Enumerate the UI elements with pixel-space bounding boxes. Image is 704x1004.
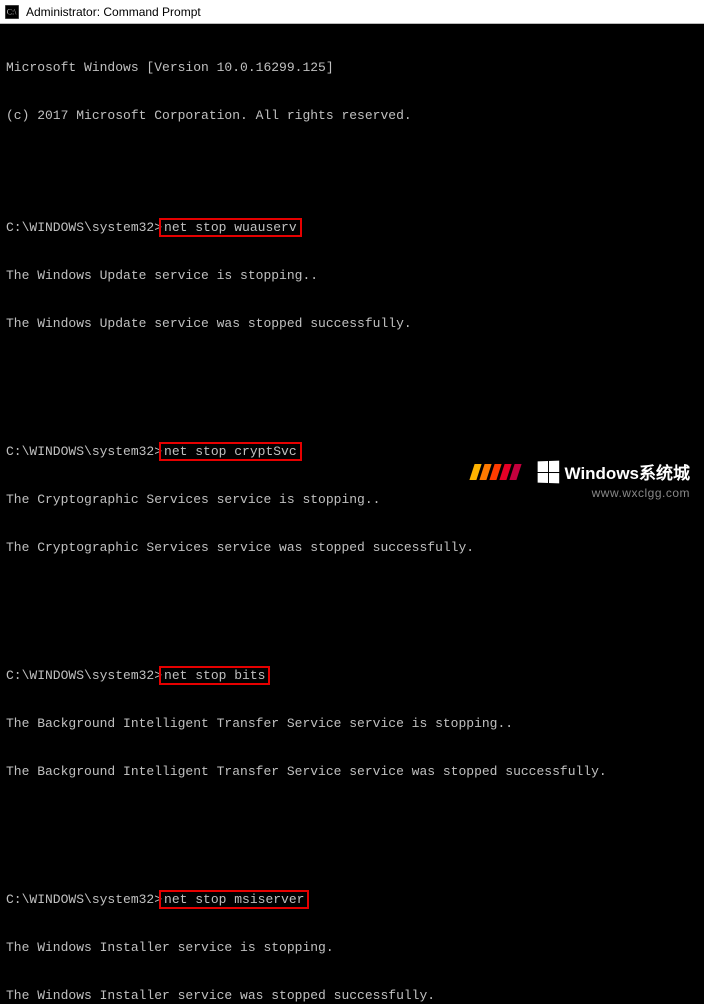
copyright-line: (c) 2017 Microsoft Corporation. All righ… [6, 108, 698, 124]
command: net stop wuauserv [159, 218, 302, 237]
watermark-text: Windows系统城 [565, 459, 690, 484]
command-line: C:\WINDOWS\system32>net stop wuauserv [6, 220, 698, 236]
prompt: C:\WINDOWS\system32> [6, 668, 162, 683]
command: net stop bits [159, 666, 270, 685]
output-line: The Windows Update service was stopped s… [6, 316, 698, 332]
output-line: The Background Intelligent Transfer Serv… [6, 716, 698, 732]
output-line: The Background Intelligent Transfer Serv… [6, 764, 698, 780]
watermark: Windows系统城 [537, 459, 690, 484]
watermark-url: www.wxclgg.com [592, 486, 690, 500]
windows-logo-icon [537, 460, 559, 483]
cmd-icon: C:\ [4, 4, 20, 20]
terminal-output[interactable]: Microsoft Windows [Version 10.0.16299.12… [0, 24, 704, 1004]
prompt: C:\WINDOWS\system32> [6, 892, 162, 907]
prompt: C:\WINDOWS\system32> [6, 220, 162, 235]
command-line: C:\WINDOWS\system32>net stop msiserver [6, 892, 698, 908]
command: net stop msiserver [159, 890, 309, 909]
command-line: C:\WINDOWS\system32>net stop cryptSvc [6, 444, 698, 460]
prompt: C:\WINDOWS\system32> [6, 444, 162, 459]
command: net stop cryptSvc [159, 442, 302, 461]
command-line: C:\WINDOWS\system32>net stop bits [6, 668, 698, 684]
output-line: The Windows Installer service was stoppe… [6, 988, 698, 1004]
window-titlebar[interactable]: C:\ Administrator: Command Prompt [0, 0, 704, 24]
output-line: The Windows Update service is stopping.. [6, 268, 698, 284]
output-line: The Cryptographic Services service was s… [6, 540, 698, 556]
decorative-stripes [472, 464, 519, 480]
window-title: Administrator: Command Prompt [26, 5, 201, 19]
svg-text:C:\: C:\ [7, 7, 17, 16]
output-line: The Windows Installer service is stoppin… [6, 940, 698, 956]
version-line: Microsoft Windows [Version 10.0.16299.12… [6, 60, 698, 76]
